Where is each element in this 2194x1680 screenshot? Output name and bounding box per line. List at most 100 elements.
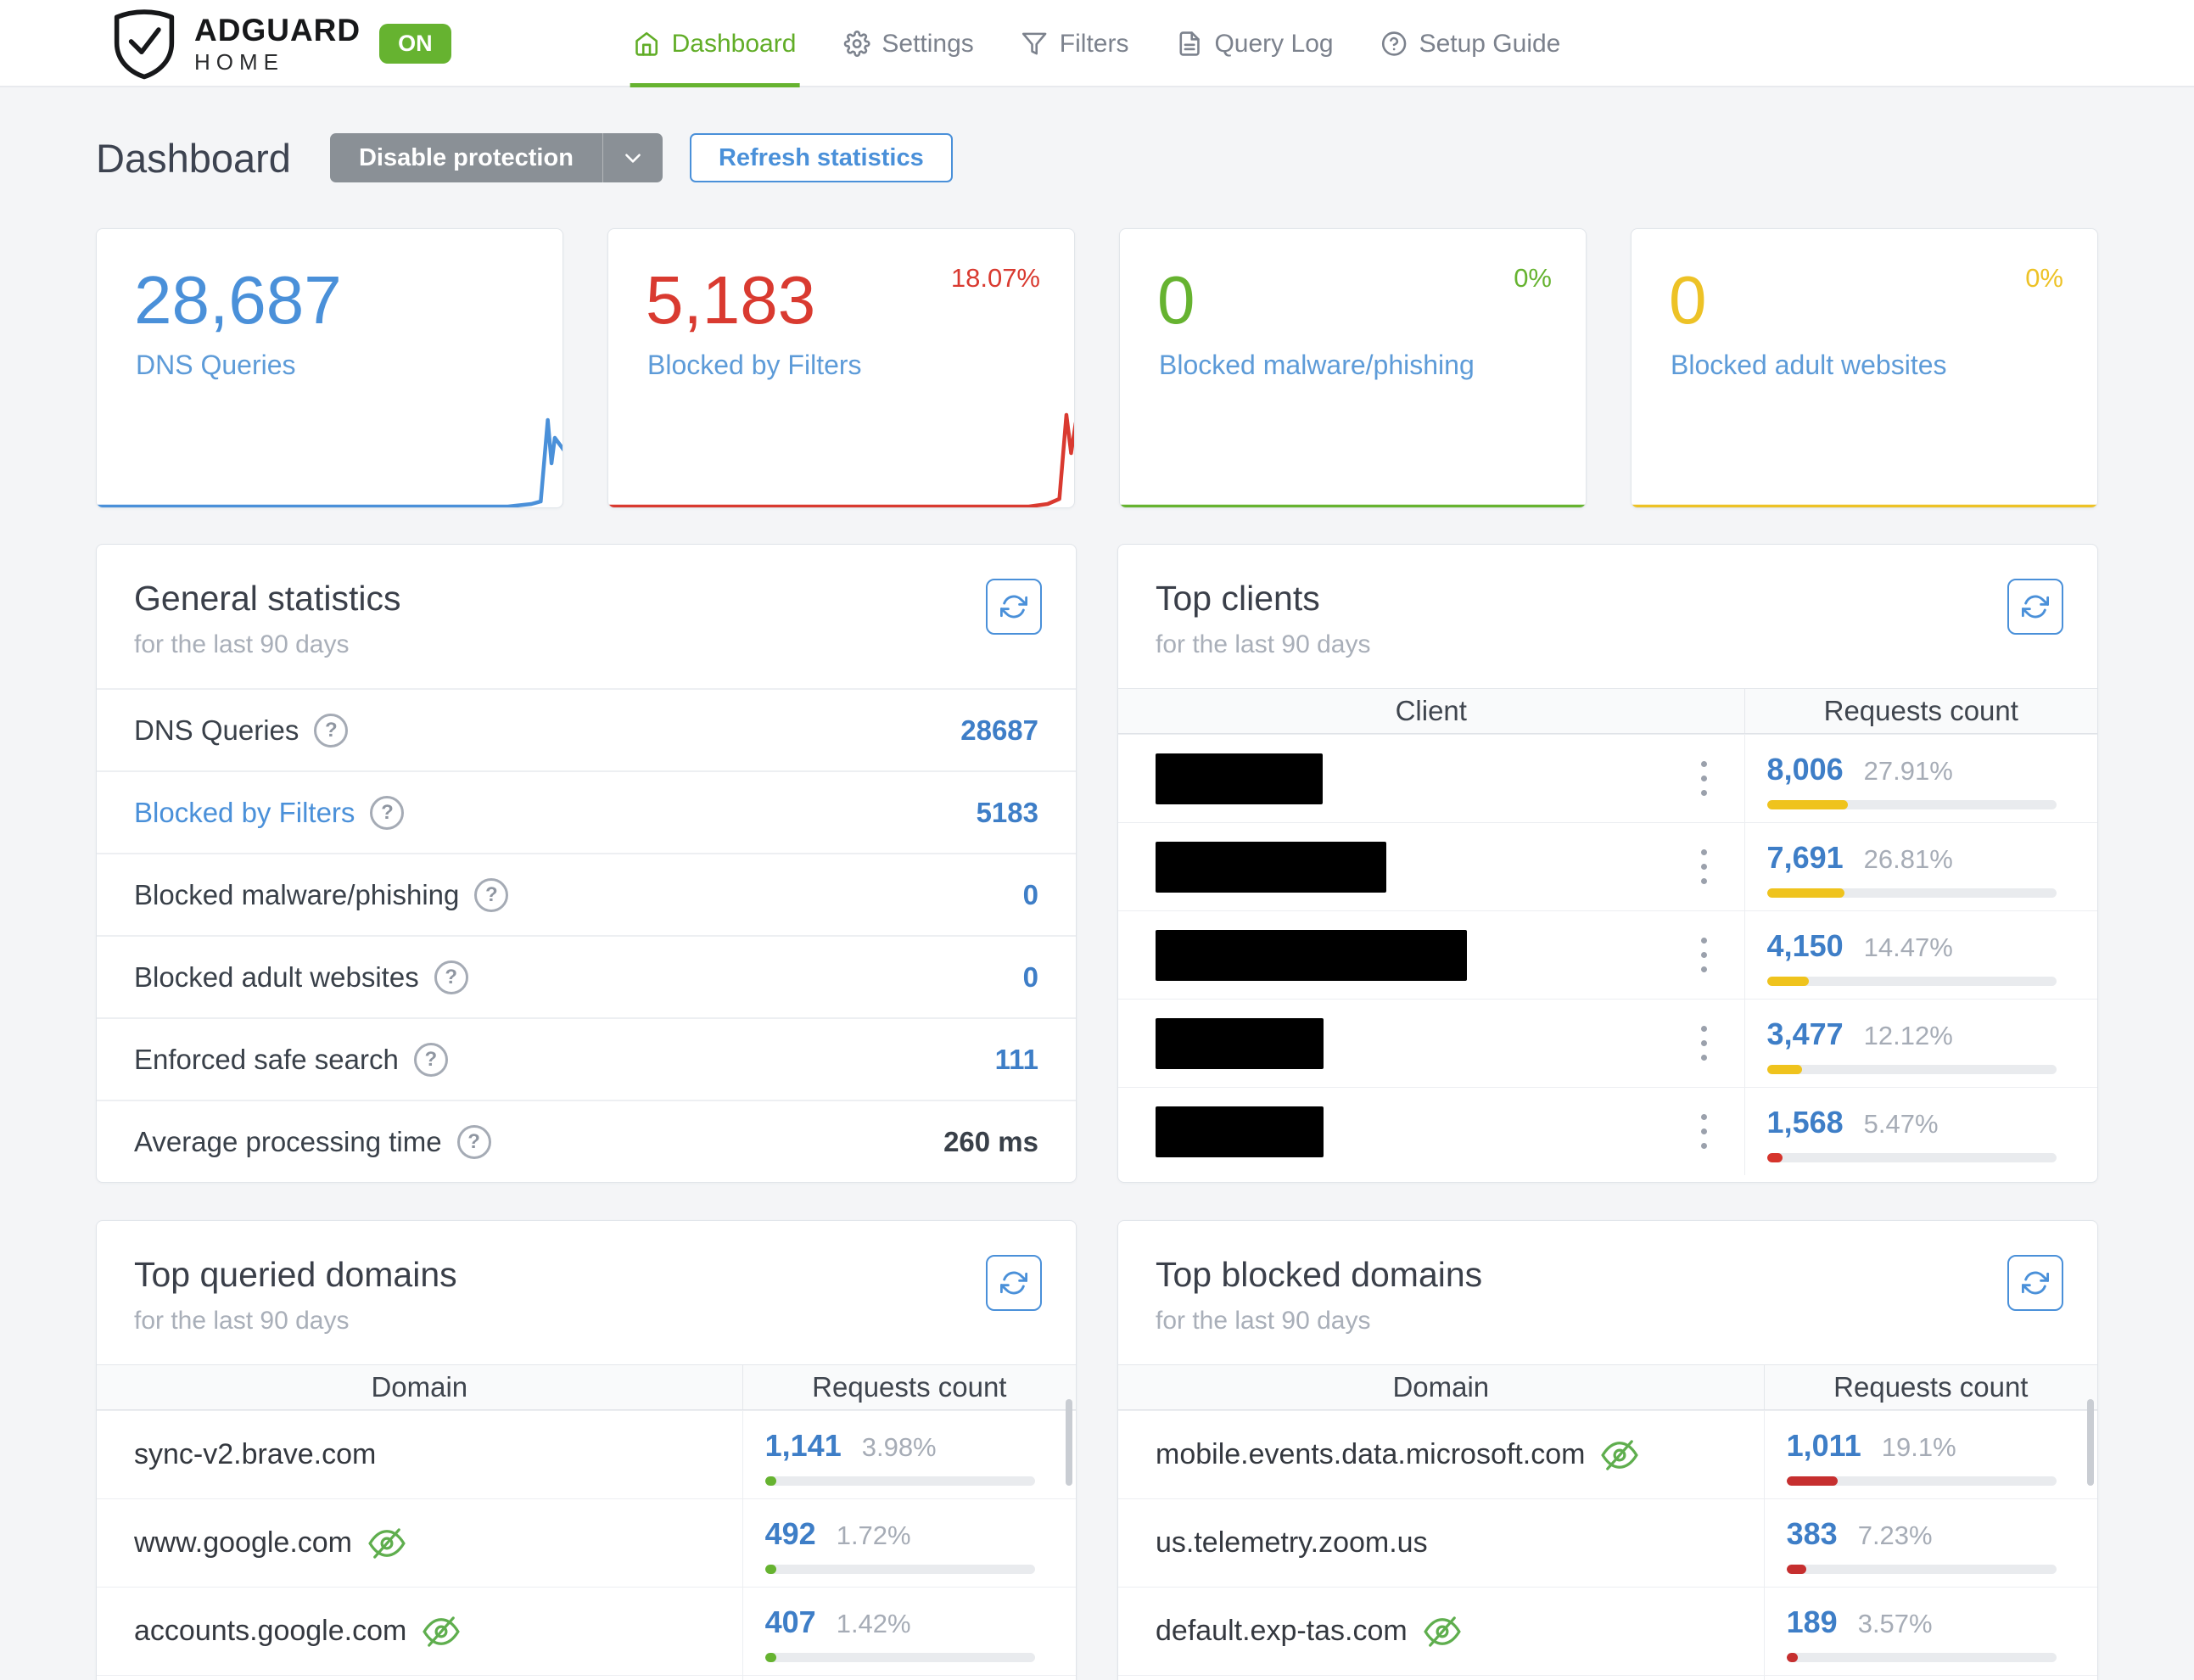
brand-sub: HOME bbox=[194, 51, 361, 73]
kebab-menu-icon[interactable] bbox=[1696, 932, 1712, 977]
progress-fill bbox=[1767, 1153, 1783, 1162]
request-percent: 19.1% bbox=[1882, 1432, 1956, 1463]
disable-protection-split-button: Disable protection bbox=[330, 133, 663, 182]
help-circle-icon[interactable]: ? bbox=[434, 960, 468, 994]
table-scrollbar-thumb[interactable] bbox=[1066, 1399, 1072, 1486]
progress-track bbox=[1767, 977, 2057, 986]
kebab-menu-icon[interactable] bbox=[1696, 1021, 1712, 1066]
request-count: 1,141 bbox=[765, 1428, 842, 1464]
redacted-client-name bbox=[1156, 753, 1323, 804]
nav-label: Setup Guide bbox=[1419, 30, 1561, 59]
adguard-logo[interactable]: ADGUARD HOME ON bbox=[113, 0, 451, 87]
kebab-menu-icon[interactable] bbox=[1696, 844, 1712, 889]
domain-row: ogads-pa.clients6.google.com 1883.55% bbox=[1118, 1675, 2097, 1680]
domain-name: www.google.com bbox=[134, 1526, 352, 1560]
request-count: 383 bbox=[1787, 1516, 1838, 1552]
nav-tab-dashboard[interactable]: Dashboard bbox=[630, 0, 800, 87]
stat-row-label-link[interactable]: Blocked by Filters bbox=[134, 797, 355, 829]
stat-value: 28,687 bbox=[134, 266, 342, 334]
kebab-menu-icon[interactable] bbox=[1696, 1109, 1712, 1154]
domain-row: accounts.google.com 4071.42% bbox=[97, 1587, 1076, 1675]
nav-tab-setup-guide[interactable]: Setup Guide bbox=[1378, 0, 1564, 87]
stat-row-value: 0 bbox=[1023, 879, 1038, 911]
progress-track bbox=[765, 1565, 1035, 1574]
help-circle-icon[interactable]: ? bbox=[414, 1043, 448, 1077]
redacted-client-name bbox=[1156, 842, 1386, 893]
disable-protection-button[interactable]: Disable protection bbox=[330, 133, 602, 182]
client-row: 4,150 14.47% bbox=[1118, 910, 2097, 999]
tracker-eye-slash-icon[interactable] bbox=[422, 1616, 461, 1647]
shield-check-icon bbox=[113, 8, 176, 81]
help-circle-icon[interactable]: ? bbox=[457, 1125, 491, 1159]
stat-value: 5,183 bbox=[646, 266, 815, 334]
refresh-icon bbox=[2022, 593, 2049, 620]
refresh-panel-button[interactable] bbox=[986, 1255, 1042, 1311]
disable-protection-dropdown-button[interactable] bbox=[602, 133, 663, 182]
page-toolbar: Dashboard Disable protection Refresh sta… bbox=[96, 133, 2098, 182]
sparkline-chart bbox=[607, 407, 1075, 508]
stat-percent: 0% bbox=[2025, 263, 2063, 294]
tracker-eye-slash-icon[interactable] bbox=[367, 1528, 406, 1559]
nav-tab-settings[interactable]: Settings bbox=[840, 0, 977, 87]
progress-fill bbox=[765, 1476, 776, 1486]
request-count: 8,006 bbox=[1767, 752, 1844, 787]
stat-list-row: DNS Queries? 28687 bbox=[97, 688, 1076, 770]
refresh-panel-button[interactable] bbox=[986, 579, 1042, 635]
progress-fill bbox=[1787, 1565, 1806, 1574]
progress-fill bbox=[1767, 1065, 1802, 1074]
gear-icon bbox=[843, 31, 870, 57]
app-header: ADGUARD HOME ON Dashboard Settings Filte… bbox=[0, 0, 2194, 87]
column-header-requests: Requests count bbox=[1765, 1365, 2097, 1409]
stat-label[interactable]: Blocked adult websites bbox=[1671, 350, 1947, 381]
page-title: Dashboard bbox=[96, 135, 291, 182]
request-percent: 12.12% bbox=[1864, 1021, 1953, 1051]
help-circle-icon[interactable]: ? bbox=[314, 714, 348, 748]
progress-track bbox=[1787, 1476, 2057, 1486]
home-icon bbox=[634, 31, 660, 57]
redacted-client-name bbox=[1156, 1106, 1324, 1157]
help-circle-icon[interactable]: ? bbox=[370, 796, 404, 830]
stat-row-label: Blocked adult websites bbox=[134, 961, 419, 994]
stat-row-value: 111 bbox=[995, 1044, 1038, 1076]
stat-list-row: Average processing time? 260 ms bbox=[97, 1100, 1076, 1182]
stat-label[interactable]: DNS Queries bbox=[136, 350, 296, 381]
stat-card-blocked-by-filters: 5,183 Blocked by Filters 18.07% bbox=[607, 228, 1075, 508]
progress-track bbox=[1767, 1065, 2057, 1074]
request-count: 407 bbox=[765, 1604, 816, 1640]
table-header: Client Requests count bbox=[1118, 688, 2097, 734]
request-percent: 7.23% bbox=[1858, 1520, 1933, 1551]
tracker-eye-slash-icon[interactable] bbox=[1423, 1616, 1462, 1647]
request-percent: 5.47% bbox=[1864, 1109, 1939, 1140]
stat-list-row: Blocked malware/phishing? 0 bbox=[97, 853, 1076, 935]
nav-label: Dashboard bbox=[672, 30, 797, 59]
table-scrollbar-thumb[interactable] bbox=[2087, 1399, 2094, 1486]
table-header: Domain Requests count bbox=[97, 1364, 1076, 1410]
column-header-requests: Requests count bbox=[743, 1365, 1076, 1409]
nav-tab-filters[interactable]: Filters bbox=[1018, 0, 1133, 87]
nav-tab-query-log[interactable]: Query Log bbox=[1173, 0, 1336, 87]
panel-title: Top blocked domains bbox=[1156, 1255, 2060, 1295]
request-percent: 14.47% bbox=[1864, 932, 1953, 963]
request-count: 4,150 bbox=[1767, 928, 1844, 964]
top-clients-panel: Top clients for the last 90 days Client … bbox=[1117, 544, 2098, 1183]
refresh-panel-button[interactable] bbox=[2007, 579, 2063, 635]
panel-title: General statistics bbox=[134, 579, 1038, 619]
sparkline-chart bbox=[1119, 407, 1587, 508]
tracker-eye-slash-icon[interactable] bbox=[1600, 1440, 1639, 1470]
stat-row-label: Average processing time bbox=[134, 1126, 442, 1158]
request-percent: 3.98% bbox=[862, 1432, 937, 1463]
table-header: Domain Requests count bbox=[1118, 1364, 2097, 1410]
refresh-statistics-button[interactable]: Refresh statistics bbox=[690, 133, 953, 182]
stat-label[interactable]: Blocked by Filters bbox=[647, 350, 862, 381]
kebab-menu-icon[interactable] bbox=[1696, 756, 1712, 801]
stat-label[interactable]: Blocked malware/phishing bbox=[1159, 350, 1475, 381]
domain-row: default.exp-tas.com 1893.57% bbox=[1118, 1587, 2097, 1675]
help-circle-icon[interactable]: ? bbox=[474, 878, 508, 912]
column-header-client: Client bbox=[1118, 689, 1745, 733]
refresh-panel-button[interactable] bbox=[2007, 1255, 2063, 1311]
stat-row-label: Enforced safe search bbox=[134, 1044, 399, 1076]
progress-fill bbox=[1767, 800, 1848, 809]
refresh-icon bbox=[1000, 1269, 1027, 1296]
panel-subtitle: for the last 90 days bbox=[1156, 630, 2060, 659]
top-queried-domains-panel: Top queried domains for the last 90 days… bbox=[96, 1220, 1077, 1680]
